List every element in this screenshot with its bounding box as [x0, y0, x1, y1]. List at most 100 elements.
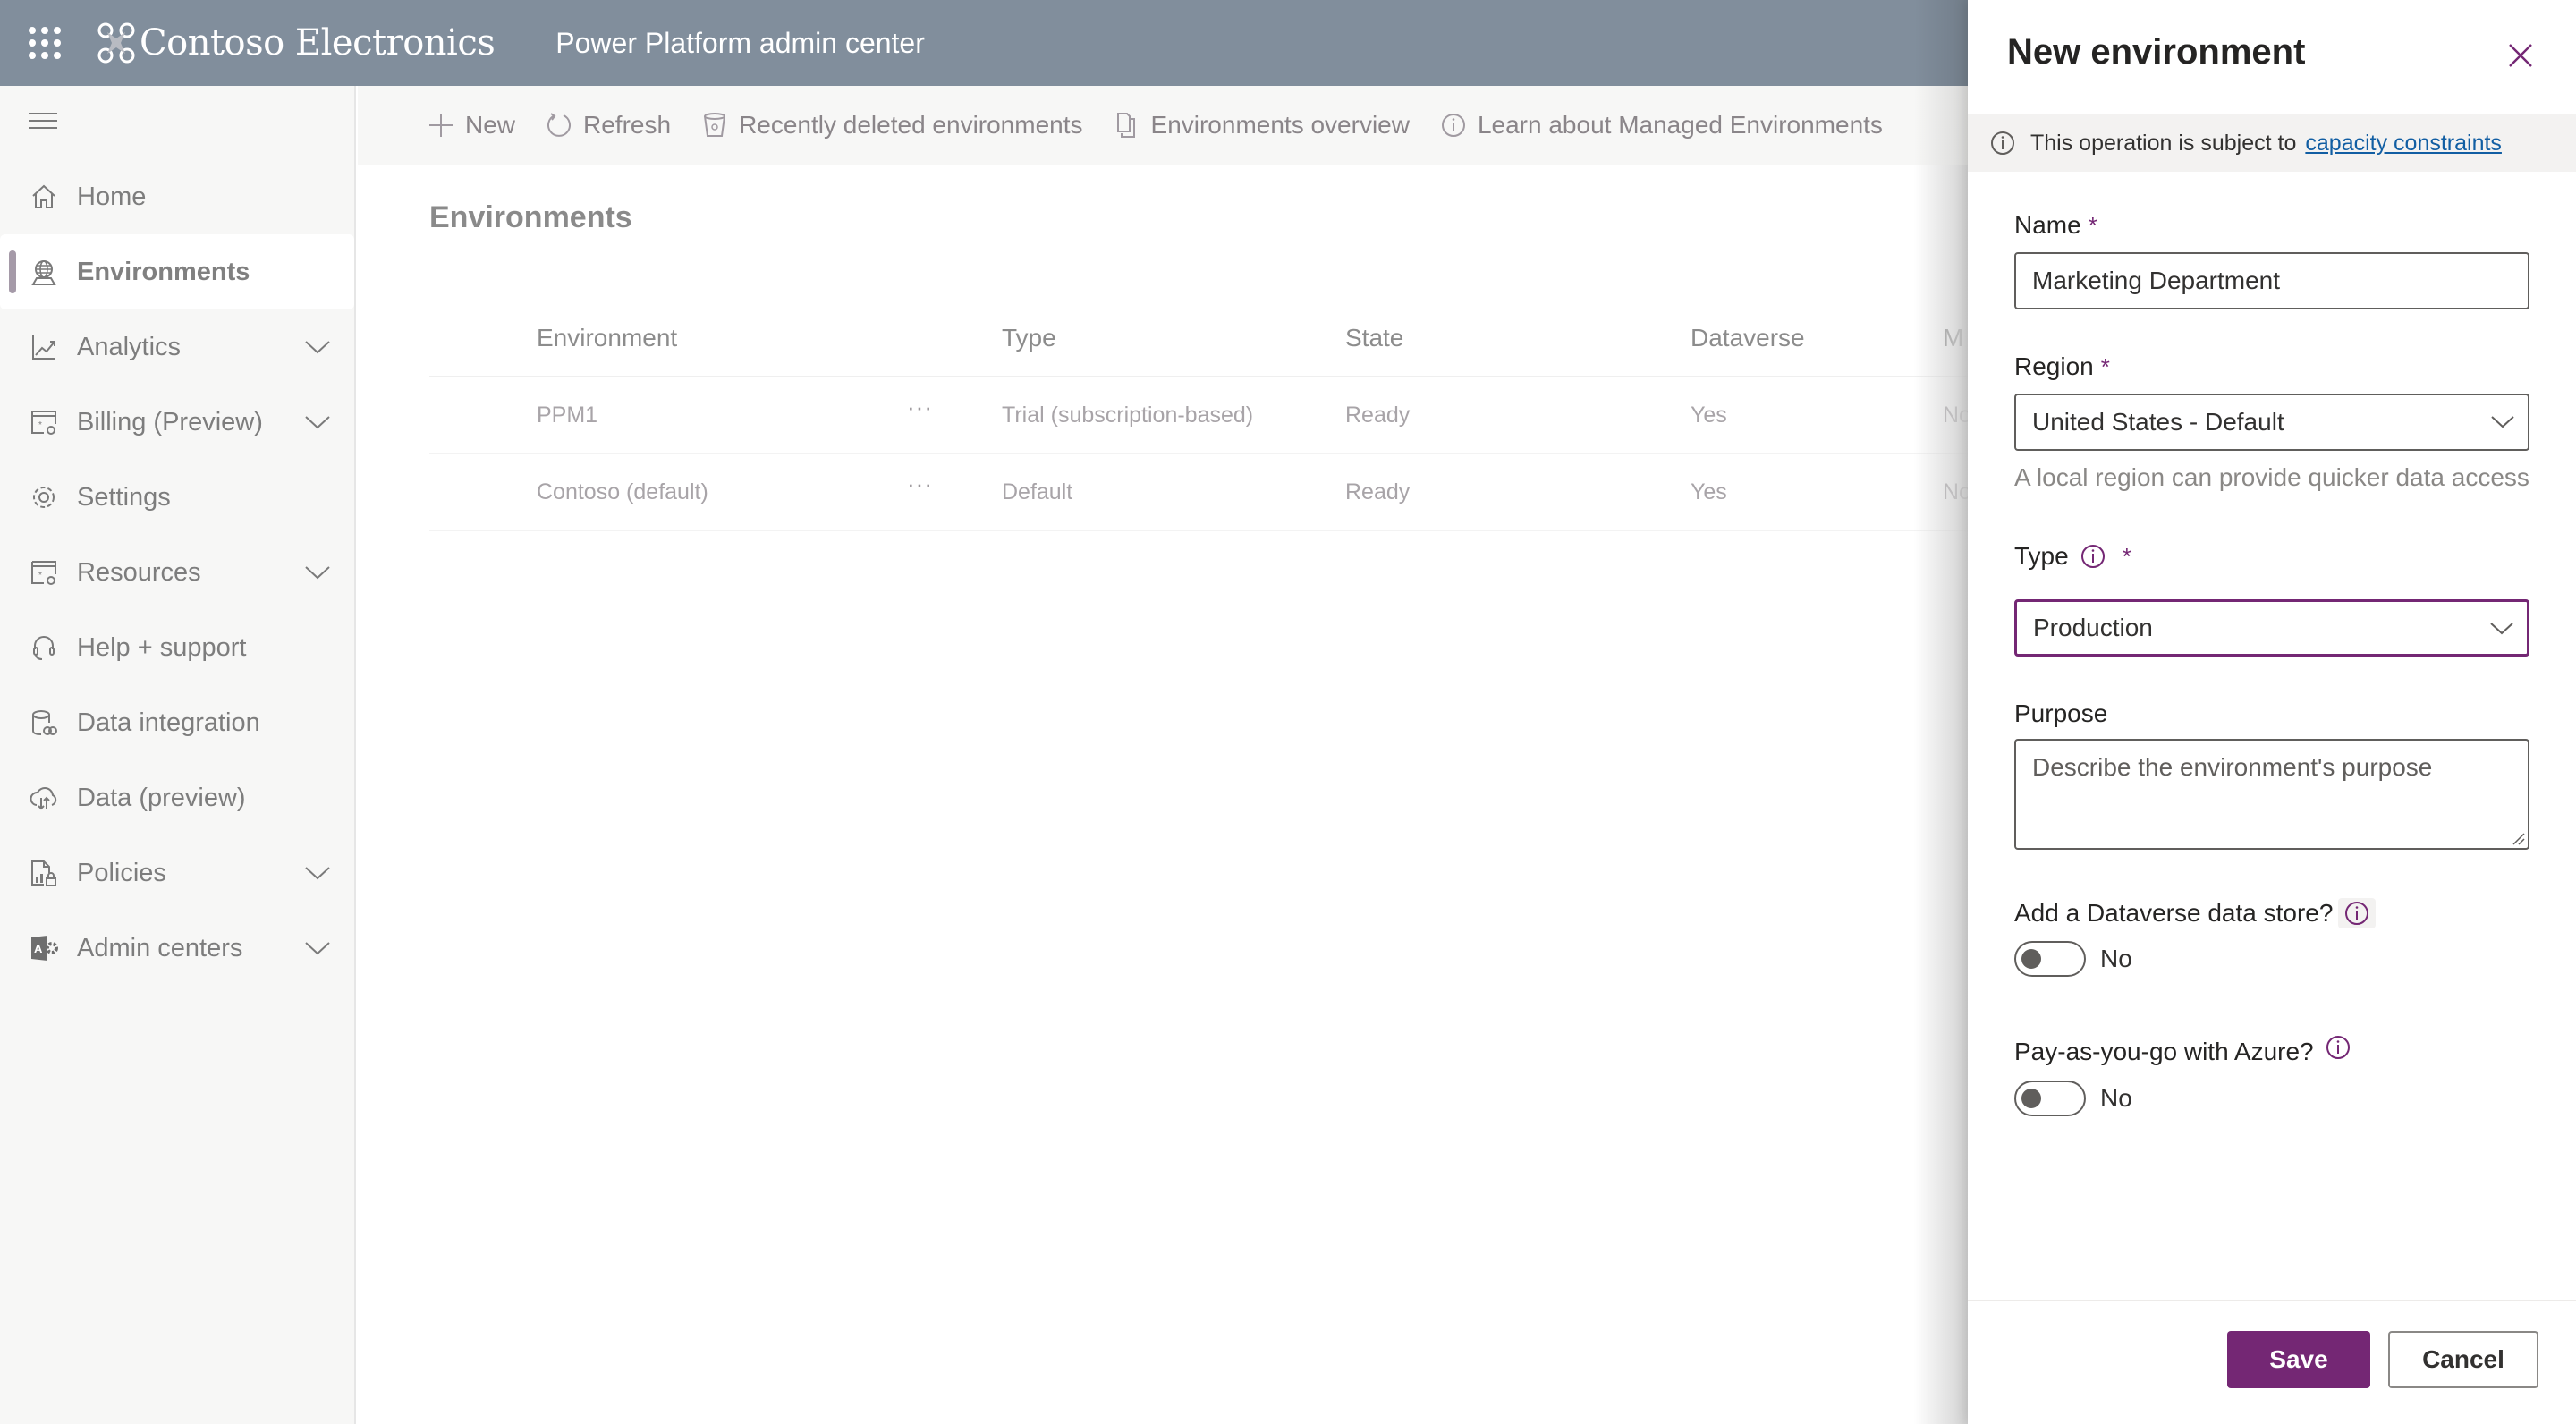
type-dropdown-value: Production [2033, 614, 2153, 641]
globe-icon [29, 257, 59, 287]
copy-pages-icon [1116, 113, 1135, 138]
purpose-label: Purpose [2014, 699, 2107, 728]
chevron-down-icon[interactable] [304, 864, 331, 882]
chevron-down-icon [2491, 416, 2514, 428]
column-header-environment[interactable]: Environment [537, 324, 677, 352]
drone-logo-icon [97, 22, 135, 64]
panel-shadow [1914, 165, 1968, 1424]
type-dropdown[interactable]: Production [2014, 599, 2529, 657]
purpose-placeholder: Describe the environment's purpose [2032, 753, 2433, 781]
info-icon[interactable] [2080, 543, 2106, 570]
sidebar-item-home[interactable]: Home [0, 159, 354, 234]
cancel-button[interactable]: Cancel [2388, 1331, 2538, 1388]
table-header: Environment Type State Dataverse M [429, 301, 1968, 377]
chevron-down-icon [2490, 623, 2513, 635]
sidebar-item-label: Settings [77, 482, 171, 512]
more-options-button[interactable]: ··· [907, 394, 933, 421]
chevron-down-icon[interactable] [304, 338, 331, 356]
sidebar-item-label: Billing (Preview) [77, 407, 263, 437]
svg-text:*: * [38, 571, 42, 581]
resources-icon: * [29, 557, 59, 588]
column-header-type[interactable]: Type [1002, 324, 1056, 352]
payg-toggle[interactable] [2014, 1081, 2086, 1116]
info-button[interactable] [2338, 898, 2377, 928]
capacity-constraints-link[interactable]: capacity constraints [2305, 131, 2502, 157]
sidebar-item-settings[interactable]: Settings [0, 460, 354, 535]
svg-text:*: * [38, 420, 42, 430]
info-icon [2345, 902, 2369, 925]
chevron-down-icon[interactable] [304, 413, 331, 431]
learn-managed-environments-button[interactable]: Learn about Managed Environments [1440, 111, 1883, 140]
page-title: Environments [429, 200, 632, 234]
sidebar-item-data-preview[interactable]: Data (preview) [0, 760, 354, 835]
type-label: Type * [2014, 542, 2131, 571]
dataverse-toggle[interactable] [2014, 941, 2086, 977]
refresh-label: Refresh [583, 111, 672, 139]
region-hint: A local region can provide quicker data … [2014, 463, 2529, 491]
close-icon[interactable] [2504, 39, 2537, 72]
chevron-down-icon[interactable] [304, 564, 331, 581]
new-button[interactable]: New [428, 111, 515, 140]
svg-text:A: A [34, 942, 43, 955]
region-dropdown-value: United States - Default [2032, 408, 2284, 436]
hamburger-icon[interactable] [29, 113, 57, 132]
billing-settings-icon: * [29, 407, 59, 437]
refresh-button[interactable]: Refresh [546, 111, 671, 140]
waffle-icon[interactable] [23, 21, 66, 64]
dataverse-label: Add a Dataverse data store? [2014, 898, 2377, 928]
sidebar-item-policies[interactable]: Policies [0, 835, 354, 911]
region-label: Region * [2014, 352, 2110, 381]
sidebar: Home Environments Analytics * Billing (P… [0, 86, 356, 1424]
more-options-button[interactable]: ··· [907, 470, 933, 498]
sidebar-item-label: Analytics [77, 332, 182, 361]
cell-environment[interactable]: PPM1 [537, 403, 597, 428]
type-label-text: Type [2014, 542, 2069, 570]
database-link-icon [29, 708, 59, 738]
column-header-state[interactable]: State [1345, 324, 1403, 352]
sidebar-item-analytics[interactable]: Analytics [0, 309, 354, 385]
column-header-dataverse[interactable]: Dataverse [1690, 324, 1805, 352]
chevron-down-icon[interactable] [304, 939, 331, 957]
name-input-value: Marketing Department [2032, 267, 2281, 294]
sidebar-item-label: Resources [77, 557, 201, 587]
sidebar-item-billing[interactable]: * Billing (Preview) [0, 385, 354, 460]
sidebar-item-label: Environments [77, 257, 250, 286]
resize-grip-icon[interactable] [2510, 830, 2526, 846]
payg-label-text: Pay-as-you-go with Azure? [2014, 1038, 2314, 1065]
plus-icon [429, 114, 453, 137]
name-input[interactable]: Marketing Department [2014, 252, 2529, 309]
required-asterisk: * [2088, 211, 2097, 239]
brand[interactable]: Contoso Electronics [97, 21, 496, 65]
policy-lock-icon [29, 858, 59, 888]
toggle-knob [2021, 1089, 2041, 1108]
sidebar-item-environments[interactable]: Environments [0, 234, 354, 309]
learn-managed-environments-label: Learn about Managed Environments [1477, 111, 1883, 139]
sidebar-item-resources[interactable]: * Resources [0, 535, 354, 610]
sidebar-item-admin-centers[interactable]: A Admin centers [0, 911, 354, 986]
cloud-sync-icon [29, 783, 59, 813]
info-icon[interactable] [2325, 1034, 2351, 1061]
save-button[interactable]: Save [2227, 1331, 2370, 1388]
region-dropdown[interactable]: United States - Default [2014, 394, 2529, 451]
environments-table: Environment Type State Dataverse M PPM1 … [429, 301, 1971, 531]
table-row[interactable]: PPM1 ··· Trial (subscription-based) Read… [429, 377, 1971, 454]
payg-label: Pay-as-you-go with Azure? [2014, 1036, 2351, 1066]
required-asterisk: * [2122, 542, 2131, 570]
recently-deleted-label: Recently deleted environments [739, 111, 1083, 139]
purpose-textarea[interactable]: Describe the environment's purpose [2014, 739, 2529, 850]
new-environment-panel: New environment This operation is subjec… [1968, 0, 2576, 1424]
payg-toggle-state: No [2100, 1084, 2132, 1112]
cell-environment[interactable]: Contoso (default) [537, 479, 708, 505]
command-bar: New Refresh Recently deleted environment… [358, 86, 1968, 165]
payg-toggle-row: No [2014, 1081, 2132, 1116]
sidebar-item-data-integration[interactable]: Data integration [0, 685, 354, 760]
recently-deleted-button[interactable]: Recently deleted environments [701, 111, 1083, 140]
dataverse-toggle-row: No [2014, 941, 2132, 977]
table-row[interactable]: Contoso (default) ··· Default Ready Yes … [429, 454, 1971, 531]
chart-line-icon [29, 332, 59, 362]
environments-overview-button[interactable]: Environments overview [1114, 111, 1410, 140]
gear-icon [29, 482, 59, 513]
panel-shadow [1914, 0, 1968, 165]
new-label: New [465, 111, 516, 139]
sidebar-item-help-support[interactable]: Help + support [0, 610, 354, 685]
